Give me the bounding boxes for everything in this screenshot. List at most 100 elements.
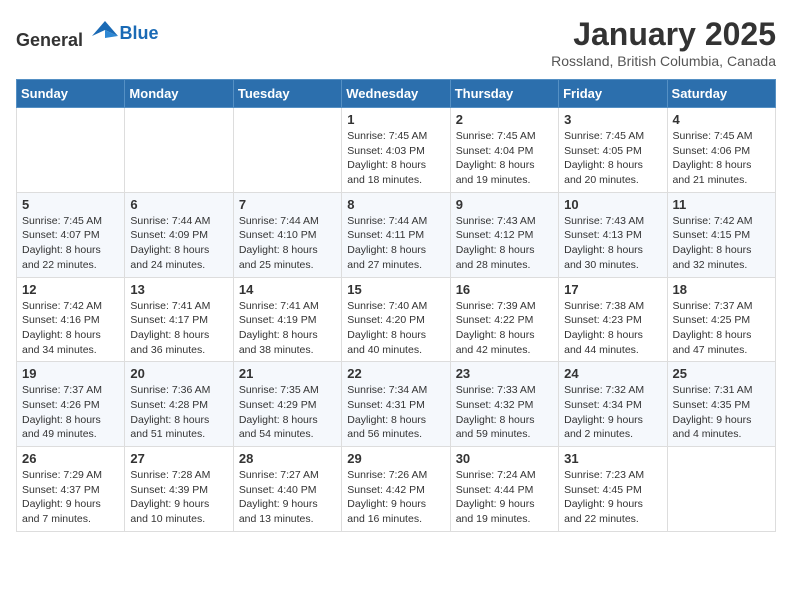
day-info: Sunrise: 7:43 AMSunset: 4:12 PMDaylight:…: [456, 214, 553, 273]
day-info: Sunrise: 7:37 AMSunset: 4:25 PMDaylight:…: [673, 299, 770, 358]
weekday-header-saturday: Saturday: [667, 80, 775, 108]
day-info: Sunrise: 7:44 AMSunset: 4:09 PMDaylight:…: [130, 214, 227, 273]
day-number: 16: [456, 282, 553, 297]
calendar-cell: 12 Sunrise: 7:42 AMSunset: 4:16 PMDayligh…: [17, 277, 125, 362]
calendar-cell: [17, 108, 125, 193]
calendar-cell: 22 Sunrise: 7:34 AMSunset: 4:31 PMDayligh…: [342, 362, 450, 447]
day-number: 26: [22, 451, 119, 466]
day-info: Sunrise: 7:41 AMSunset: 4:19 PMDaylight:…: [239, 299, 336, 358]
day-info: Sunrise: 7:39 AMSunset: 4:22 PMDaylight:…: [456, 299, 553, 358]
day-number: 30: [456, 451, 553, 466]
day-number: 6: [130, 197, 227, 212]
day-number: 8: [347, 197, 444, 212]
day-info: Sunrise: 7:45 AMSunset: 4:07 PMDaylight:…: [22, 214, 119, 273]
day-number: 21: [239, 366, 336, 381]
calendar-cell: [125, 108, 233, 193]
day-number: 20: [130, 366, 227, 381]
day-info: Sunrise: 7:29 AMSunset: 4:37 PMDaylight:…: [22, 468, 119, 527]
day-info: Sunrise: 7:38 AMSunset: 4:23 PMDaylight:…: [564, 299, 661, 358]
calendar-cell: 18 Sunrise: 7:37 AMSunset: 4:25 PMDayligh…: [667, 277, 775, 362]
weekday-header-thursday: Thursday: [450, 80, 558, 108]
weekday-header-friday: Friday: [559, 80, 667, 108]
calendar-cell: 21 Sunrise: 7:35 AMSunset: 4:29 PMDayligh…: [233, 362, 341, 447]
day-info: Sunrise: 7:42 AMSunset: 4:15 PMDaylight:…: [673, 214, 770, 273]
calendar-cell: 29 Sunrise: 7:26 AMSunset: 4:42 PMDayligh…: [342, 447, 450, 532]
logo-blue: Blue: [120, 23, 159, 43]
day-info: Sunrise: 7:35 AMSunset: 4:29 PMDaylight:…: [239, 383, 336, 442]
day-info: Sunrise: 7:45 AMSunset: 4:06 PMDaylight:…: [673, 129, 770, 188]
day-number: 22: [347, 366, 444, 381]
calendar-cell: [667, 447, 775, 532]
day-info: Sunrise: 7:43 AMSunset: 4:13 PMDaylight:…: [564, 214, 661, 273]
week-row-1: 1Sunrise: 7:45 AMSunset: 4:03 PMDaylight…: [17, 108, 776, 193]
weekday-header-row: SundayMondayTuesdayWednesdayThursdayFrid…: [17, 80, 776, 108]
logo-general: General: [16, 30, 83, 50]
calendar-cell: 7Sunrise: 7:44 AMSunset: 4:10 PMDaylight…: [233, 192, 341, 277]
day-info: Sunrise: 7:31 AMSunset: 4:35 PMDaylight:…: [673, 383, 770, 442]
day-info: Sunrise: 7:42 AMSunset: 4:16 PMDaylight:…: [22, 299, 119, 358]
day-info: Sunrise: 7:32 AMSunset: 4:34 PMDaylight:…: [564, 383, 661, 442]
calendar-cell: 20 Sunrise: 7:36 AMSunset: 4:28 PMDayligh…: [125, 362, 233, 447]
calendar-subtitle: Rossland, British Columbia, Canada: [551, 53, 776, 69]
calendar-cell: [233, 108, 341, 193]
week-row-2: 5Sunrise: 7:45 AMSunset: 4:07 PMDaylight…: [17, 192, 776, 277]
day-info: Sunrise: 7:45 AMSunset: 4:04 PMDaylight:…: [456, 129, 553, 188]
day-number: 24: [564, 366, 661, 381]
day-number: 4: [673, 112, 770, 127]
week-row-4: 19 Sunrise: 7:37 AMSunset: 4:26 PMDayligh…: [17, 362, 776, 447]
day-info: Sunrise: 7:37 AMSunset: 4:26 PMDaylight:…: [22, 383, 119, 442]
calendar-table: SundayMondayTuesdayWednesdayThursdayFrid…: [16, 79, 776, 532]
day-info: Sunrise: 7:24 AMSunset: 4:44 PMDaylight:…: [456, 468, 553, 527]
calendar-cell: 24 Sunrise: 7:32 AMSunset: 4:34 PMDayligh…: [559, 362, 667, 447]
day-number: 29: [347, 451, 444, 466]
day-info: Sunrise: 7:45 AMSunset: 4:05 PMDaylight:…: [564, 129, 661, 188]
day-number: 9: [456, 197, 553, 212]
day-number: 28: [239, 451, 336, 466]
calendar-title: January 2025: [551, 16, 776, 53]
day-number: 19: [22, 366, 119, 381]
calendar-cell: 26 Sunrise: 7:29 AMSunset: 4:37 PMDayligh…: [17, 447, 125, 532]
day-number: 14: [239, 282, 336, 297]
calendar-cell: 19 Sunrise: 7:37 AMSunset: 4:26 PMDayligh…: [17, 362, 125, 447]
day-info: Sunrise: 7:33 AMSunset: 4:32 PMDaylight:…: [456, 383, 553, 442]
day-number: 13: [130, 282, 227, 297]
logo-bird-icon: [90, 16, 120, 46]
calendar-cell: 31Sunrise: 7:23 AMSunset: 4:45 PMDayligh…: [559, 447, 667, 532]
day-info: Sunrise: 7:44 AMSunset: 4:10 PMDaylight:…: [239, 214, 336, 273]
calendar-cell: 4 Sunrise: 7:45 AMSunset: 4:06 PMDaylight…: [667, 108, 775, 193]
day-info: Sunrise: 7:23 AMSunset: 4:45 PMDaylight:…: [564, 468, 661, 527]
calendar-cell: 14 Sunrise: 7:41 AMSunset: 4:19 PMDayligh…: [233, 277, 341, 362]
calendar-cell: 28Sunrise: 7:27 AMSunset: 4:40 PMDayligh…: [233, 447, 341, 532]
day-number: 1: [347, 112, 444, 127]
week-row-5: 26 Sunrise: 7:29 AMSunset: 4:37 PMDayligh…: [17, 447, 776, 532]
calendar-cell: 5Sunrise: 7:45 AMSunset: 4:07 PMDaylight…: [17, 192, 125, 277]
day-number: 17: [564, 282, 661, 297]
weekday-header-sunday: Sunday: [17, 80, 125, 108]
weekday-header-wednesday: Wednesday: [342, 80, 450, 108]
day-info: Sunrise: 7:28 AMSunset: 4:39 PMDaylight:…: [130, 468, 227, 527]
calendar-cell: 16 Sunrise: 7:39 AMSunset: 4:22 PMDayligh…: [450, 277, 558, 362]
day-info: Sunrise: 7:40 AMSunset: 4:20 PMDaylight:…: [347, 299, 444, 358]
calendar-cell: 11 Sunrise: 7:42 AMSunset: 4:15 PMDayligh…: [667, 192, 775, 277]
day-info: Sunrise: 7:36 AMSunset: 4:28 PMDaylight:…: [130, 383, 227, 442]
day-number: 18: [673, 282, 770, 297]
page-header: General Blue January 2025 Rossland, Brit…: [16, 16, 776, 69]
calendar-cell: 27 Sunrise: 7:28 AMSunset: 4:39 PMDayligh…: [125, 447, 233, 532]
day-info: Sunrise: 7:26 AMSunset: 4:42 PMDaylight:…: [347, 468, 444, 527]
day-info: Sunrise: 7:41 AMSunset: 4:17 PMDaylight:…: [130, 299, 227, 358]
calendar-cell: 23Sunrise: 7:33 AMSunset: 4:32 PMDayligh…: [450, 362, 558, 447]
day-number: 12: [22, 282, 119, 297]
title-section: January 2025 Rossland, British Columbia,…: [551, 16, 776, 69]
day-number: 11: [673, 197, 770, 212]
day-number: 3: [564, 112, 661, 127]
calendar-cell: 2Sunrise: 7:45 AMSunset: 4:04 PMDaylight…: [450, 108, 558, 193]
calendar-cell: 9 Sunrise: 7:43 AMSunset: 4:12 PMDaylight…: [450, 192, 558, 277]
calendar-cell: 15 Sunrise: 7:40 AMSunset: 4:20 PMDayligh…: [342, 277, 450, 362]
week-row-3: 12 Sunrise: 7:42 AMSunset: 4:16 PMDayligh…: [17, 277, 776, 362]
day-number: 27: [130, 451, 227, 466]
day-info: Sunrise: 7:44 AMSunset: 4:11 PMDaylight:…: [347, 214, 444, 273]
weekday-header-monday: Monday: [125, 80, 233, 108]
day-number: 15: [347, 282, 444, 297]
weekday-header-tuesday: Tuesday: [233, 80, 341, 108]
day-info: Sunrise: 7:34 AMSunset: 4:31 PMDaylight:…: [347, 383, 444, 442]
